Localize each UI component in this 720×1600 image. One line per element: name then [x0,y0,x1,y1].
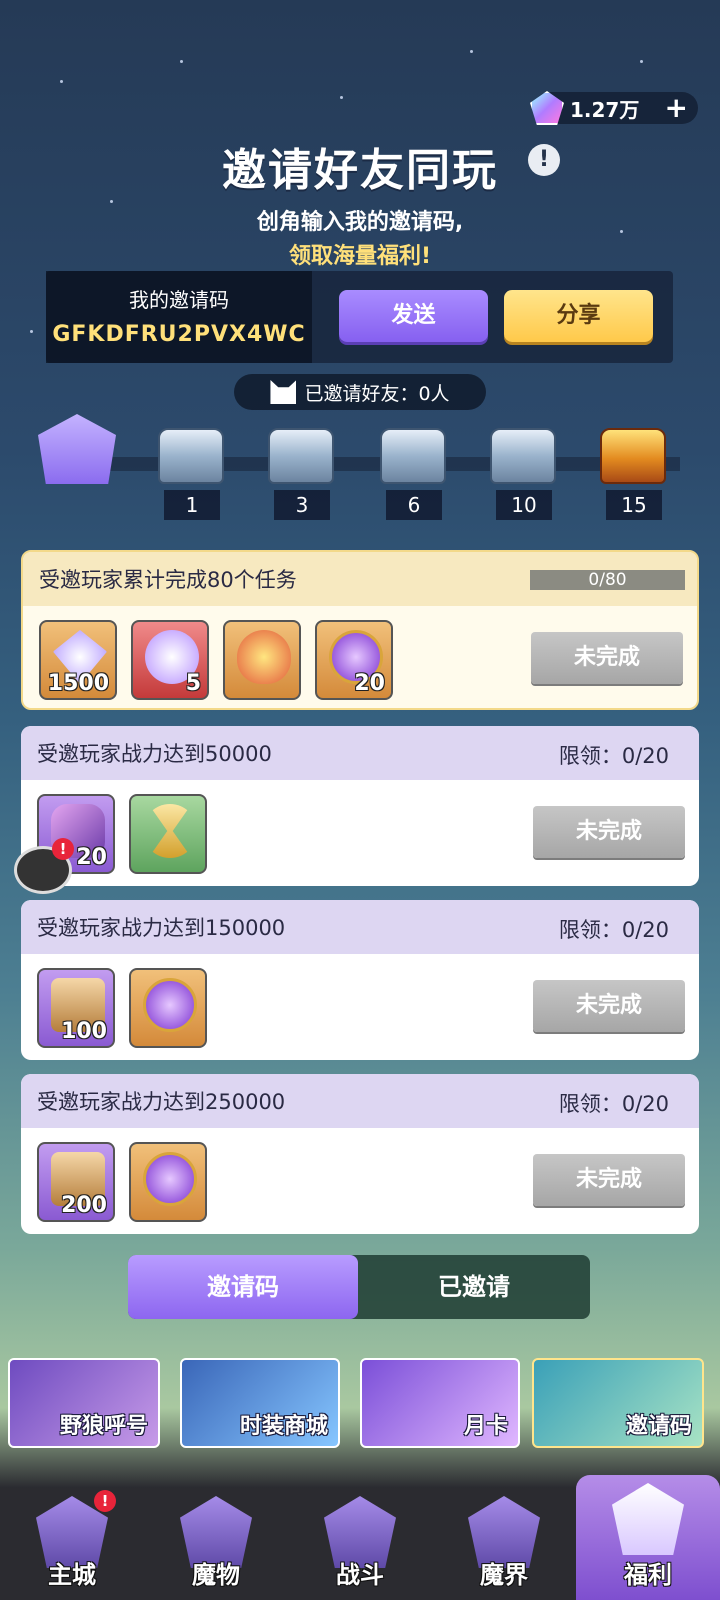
invite-code-value[interactable]: GFKDFRU2PVX4WC [46,322,312,347]
send-button[interactable]: 发送 [339,290,488,342]
gold-chest-icon[interactable] [600,428,666,484]
task-header: 受邀玩家战力达到250000 限领：0/20 [21,1074,699,1128]
info-icon[interactable]: ! [528,144,560,176]
subtitle-line2: 领取海量福利! [288,244,432,269]
nav-monsters[interactable]: 魔物 [144,1488,288,1600]
nav-demon-realm[interactable]: 魔界 [432,1488,576,1600]
cat-icon [270,380,297,404]
promo-invite-code[interactable]: 邀请码 [532,1358,704,1448]
claim-button[interactable]: 未完成 [533,1154,685,1206]
task-header: 受邀玩家战力达到150000 限领：0/20 [21,900,699,954]
milestone-count: 1 [164,490,220,520]
milestone-count: 15 [606,490,662,520]
claim-button[interactable]: 未完成 [533,980,685,1032]
reward-scroll-orb-icon[interactable]: 5 [131,620,209,700]
task-title: 受邀玩家战力达到250000 [37,1090,286,1114]
nav-alert-badge: ! [94,1490,116,1512]
nav-main-city[interactable]: 主城 [0,1488,144,1600]
promo-wolf-call[interactable]: 野狼呼号 [8,1358,160,1448]
milestone-count: 6 [386,490,442,520]
tab-invited[interactable]: 已邀请 [358,1255,590,1319]
claim-button[interactable]: 未完成 [533,806,685,858]
task-progress: 0/80 [530,570,685,590]
reward-egg-icon[interactable] [223,620,301,700]
task-limit: 限领：0/20 [558,744,669,768]
silver-chest-icon[interactable] [380,428,446,484]
silver-chest-icon[interactable] [268,428,334,484]
silver-chest-icon[interactable] [158,428,224,484]
task-card: 受邀玩家累计完成80个任务 0/80 1500 5 20 未完成 [21,550,699,710]
claim-button[interactable]: 未完成 [531,632,683,684]
invited-count-pill: 已邀请好友：0人 [234,374,486,410]
reward-rune-coin-icon[interactable]: 20 [315,620,393,700]
milestone-count: 10 [496,490,552,520]
task-card: 受邀玩家战力达到50000 限领：0/20 20 未完成 [21,726,699,886]
share-button[interactable]: 分享 [504,290,653,342]
star-gem-icon [530,91,564,125]
gift-chest-icon [612,1483,684,1555]
reward-rune-coin-icon[interactable] [129,968,207,1048]
nav-welfare[interactable]: 福利 [576,1475,720,1600]
monster-eye-icon [38,414,116,484]
task-limit: 限领：0/20 [558,918,669,942]
reward-rune-coin-icon[interactable] [129,1142,207,1222]
tab-invite-code[interactable]: 邀请码 [128,1255,358,1319]
reward-scroll-icon[interactable]: 200 [37,1142,115,1222]
nav-battle[interactable]: 战斗 [288,1488,432,1600]
task-header: 受邀玩家累计完成80个任务 0/80 [23,552,697,606]
milestone-count: 3 [274,490,330,520]
subtitle-line1: 创角输入我的邀请码, [256,210,464,235]
page-title: 邀请好友同玩 [222,145,498,196]
task-title: 受邀玩家累计完成80个任务 [39,568,297,592]
invite-code-label: 我的邀请码 [129,288,229,312]
reward-scroll-icon[interactable]: 100 [37,968,115,1048]
currency-bar: 1.27万 + [530,91,698,125]
task-card: 受邀玩家战力达到150000 限领：0/20 100 未完成 [21,900,699,1060]
task-title: 受邀玩家战力达到50000 [37,742,272,766]
task-title: 受邀玩家战力达到150000 [37,916,286,940]
promo-monthly-card[interactable]: 月卡 [360,1358,520,1448]
add-currency-button[interactable]: + [665,94,688,122]
promo-fashion-shop[interactable]: 时装商城 [180,1358,340,1448]
reward-crystal-icon[interactable]: 1500 [39,620,117,700]
task-card: 受邀玩家战力达到250000 限领：0/20 200 未完成 [21,1074,699,1234]
task-header: 受邀玩家战力达到50000 限领：0/20 [21,726,699,780]
chat-alert-badge: ! [52,838,74,860]
reward-hourglass-icon[interactable] [129,794,207,874]
task-limit: 限领：0/20 [558,1092,669,1116]
currency-value: 1.27万 [570,97,640,122]
silver-chest-icon[interactable] [490,428,556,484]
invited-count: 已邀请好友：0人 [304,382,450,405]
